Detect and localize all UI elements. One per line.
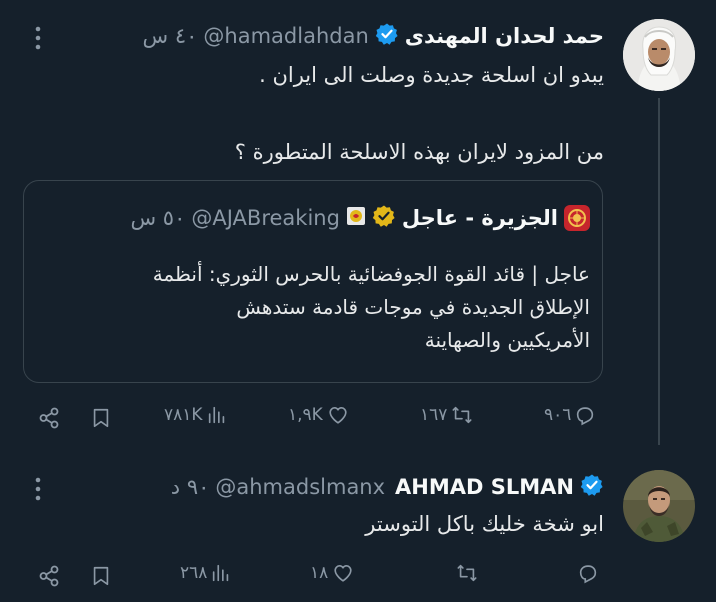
tweet-time[interactable]: ٤٠ س <box>143 24 198 48</box>
tweet-header: ٤٠ س @hamadlahdan حمد لحدان المهندى <box>143 20 604 52</box>
reply-icon <box>579 565 597 584</box>
tweet-2[interactable]: ٩٠ د @ahmadslmanx AHMAD SLMAN ابو شخة خل… <box>0 445 716 602</box>
share-icon <box>39 407 59 429</box>
like-button[interactable]: ١,٩K <box>288 404 350 426</box>
retweet-button[interactable]: ١٦٧ <box>420 404 474 426</box>
tweet-1[interactable]: ٤٠ س @hamadlahdan حمد لحدان المهندى يبدو… <box>0 0 716 445</box>
quote-author-name[interactable]: الجزيرة - عاجل <box>402 206 558 230</box>
author-name[interactable]: AHMAD SLMAN <box>395 475 574 499</box>
author-name[interactable]: حمد لحدان المهندى <box>405 24 604 48</box>
thread-line <box>658 98 660 445</box>
quote-time[interactable]: ٥٠ س <box>130 206 185 230</box>
quote-text-line-1: عاجل | قائد القوة الجوفضائية بالحرس الثو… <box>152 262 590 286</box>
like-count: ١,٩K <box>288 405 323 425</box>
views-icon <box>213 564 229 582</box>
bookmark-icon <box>93 408 109 428</box>
tweet-header: ٩٠ د @ahmadslmanx AHMAD SLMAN <box>171 471 604 503</box>
retweet-icon <box>452 406 472 424</box>
verified-gold-icon <box>372 204 396 232</box>
avatar[interactable] <box>623 19 695 91</box>
like-icon <box>329 407 347 424</box>
author-handle[interactable]: @ahmadslmanx <box>215 475 385 499</box>
views-count: ٧٨١K <box>164 405 203 425</box>
like-icon <box>334 565 352 582</box>
verified-affiliation-icon <box>346 206 366 230</box>
aljazeera-logo-icon[interactable] <box>564 205 590 231</box>
share-icon <box>39 565 59 587</box>
views-button[interactable]: ٢٦٨ <box>180 562 232 584</box>
quote-text-line-2: الإطلاق الجديدة في موجات قادمة ستدهش <box>236 295 590 319</box>
verified-icon <box>375 22 399 50</box>
more-icon[interactable] <box>30 24 46 52</box>
views-icon <box>208 406 224 424</box>
retweet-count: ١٦٧ <box>420 405 448 425</box>
reply-button[interactable]: ٩٠٦ <box>544 404 596 426</box>
retweet-icon <box>457 564 477 582</box>
views-button[interactable]: ٧٨١K <box>164 404 228 426</box>
share-button[interactable] <box>37 406 61 434</box>
tweet-text-line-1: يبدو ان اسلحة جديدة وصلت الى ايران . <box>259 63 604 87</box>
quoted-tweet[interactable]: ٥٠ س @AJABreaking الجزيرة - عاجل عاجل | … <box>23 180 603 383</box>
verified-icon <box>580 473 604 501</box>
views-count: ٢٦٨ <box>180 563 208 583</box>
quote-handle[interactable]: @AJABreaking <box>191 206 340 230</box>
bookmark-button[interactable] <box>90 406 112 434</box>
like-button[interactable]: ١٨ <box>310 562 355 584</box>
retweet-button[interactable] <box>452 562 479 584</box>
more-icon[interactable] <box>30 475 46 503</box>
quote-header: ٥٠ س @AJABreaking الجزيرة - عاجل <box>130 203 590 233</box>
tweet-text-line-2: من المزود لايران بهذه الاسلحة المتطورة ؟ <box>234 140 604 164</box>
tweet-time[interactable]: ٩٠ د <box>171 475 210 499</box>
quote-text-line-3: الأمريكيين والصهاينة <box>424 328 590 352</box>
like-count: ١٨ <box>310 563 329 583</box>
tweet-text: ابو شخة خليك باكل التوستر <box>365 512 604 536</box>
author-handle[interactable]: @hamadlahdan <box>203 24 368 48</box>
bookmark-button[interactable] <box>90 564 112 592</box>
reply-count: ٩٠٦ <box>544 405 572 425</box>
reply-button[interactable] <box>574 562 599 584</box>
bookmark-icon <box>93 566 109 586</box>
avatar[interactable] <box>623 470 695 542</box>
share-button[interactable] <box>37 564 61 592</box>
reply-icon <box>577 407 594 426</box>
